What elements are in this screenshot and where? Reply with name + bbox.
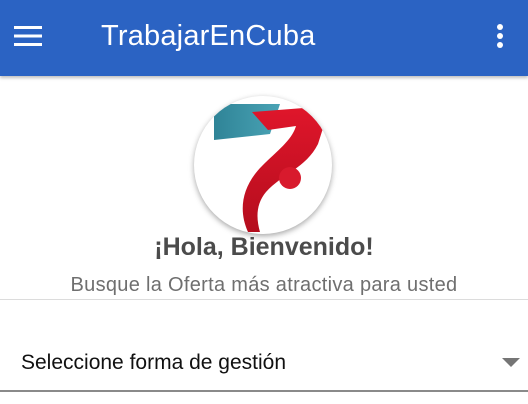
select-underline xyxy=(0,390,528,392)
management-type-select-value: Seleccione forma de gestión xyxy=(21,351,286,374)
overflow-menu-button[interactable] xyxy=(484,14,516,58)
app-bar: TrabajarEnCuba xyxy=(0,0,528,76)
management-type-select[interactable]: Seleccione forma de gestión xyxy=(0,340,528,392)
app-title: TrabajarEnCuba xyxy=(101,20,316,52)
trabajarencuba-logo-icon xyxy=(214,104,330,232)
menu-button[interactable] xyxy=(10,14,46,58)
dropdown-arrow-icon xyxy=(502,358,520,367)
section-divider xyxy=(0,299,528,300)
app-logo xyxy=(194,96,332,234)
welcome-title: ¡Hola, Bienvenido! xyxy=(154,233,374,261)
hamburger-menu-icon xyxy=(14,26,42,46)
welcome-subtitle: Busque la Oferta más atractiva para uste… xyxy=(70,274,458,296)
more-vertical-icon xyxy=(497,24,503,48)
